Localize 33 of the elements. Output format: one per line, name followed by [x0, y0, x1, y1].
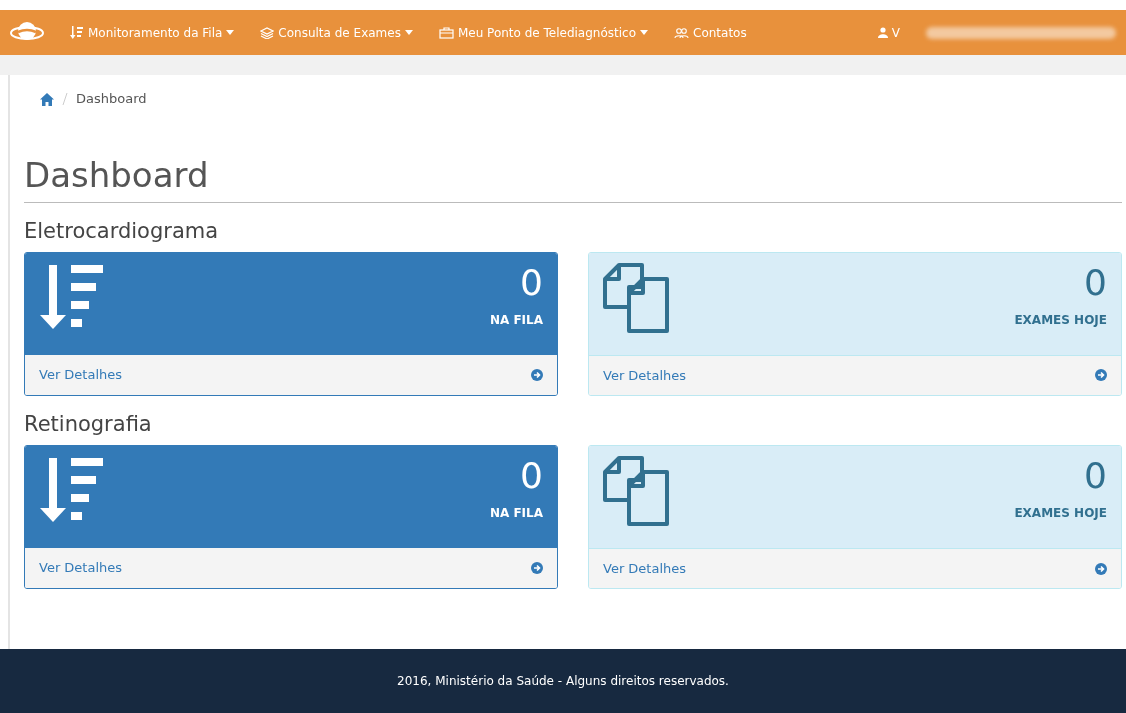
arrow-circle-icon: [1095, 369, 1107, 382]
user-menu-link[interactable]: V: [877, 23, 900, 42]
nav-menu-link[interactable]: Contatos: [674, 23, 747, 42]
nav-menu-link[interactable]: Meu Ponto de Telediagnóstico: [438, 23, 648, 42]
details-link[interactable]: Ver Detalhes: [589, 355, 1121, 395]
breadcrumb-separator: [62, 93, 68, 105]
stat-value: 0: [519, 456, 543, 496]
stat-label: EXAMES HOJE: [1014, 504, 1107, 522]
section-title: Retinografia: [24, 412, 153, 438]
arrow-circle-icon: [1095, 562, 1107, 575]
details-link[interactable]: Ver Detalhes: [25, 355, 557, 395]
arrow-circle-icon: [531, 369, 543, 381]
arrow-circle-icon: [531, 562, 543, 575]
stat-value: 0: [1083, 456, 1107, 496]
stat-label: NA FILA: [489, 311, 543, 329]
breadcrumb-item: Dashboard: [76, 90, 147, 109]
user-icon: [877, 27, 888, 38]
briefcase-icon: [438, 26, 454, 39]
layers-icon: [260, 26, 275, 39]
details-link[interactable]: Ver Detalhes: [589, 548, 1121, 589]
stat-value: 0: [1083, 263, 1107, 303]
people-icon: [674, 26, 689, 39]
details-link[interactable]: Ver Detalhes: [25, 548, 557, 589]
stat-label: NA FILA: [489, 504, 543, 522]
sort-icon: [70, 25, 84, 40]
stat-value: 0: [519, 263, 543, 303]
nav-menu-link[interactable]: Consulta de Exames: [260, 23, 413, 42]
home-icon[interactable]: [40, 92, 54, 106]
page-title: Dashboard: [24, 155, 1122, 203]
footer-text: 2016, Ministério da Saúde - Alguns direitos reservados.: [0, 649, 1126, 713]
section-title: Eletrocardiograma: [24, 218, 220, 244]
stat-label: EXAMES HOJE: [1014, 311, 1107, 329]
nav-menu-link[interactable]: Monitoramento da Fila: [70, 23, 235, 42]
